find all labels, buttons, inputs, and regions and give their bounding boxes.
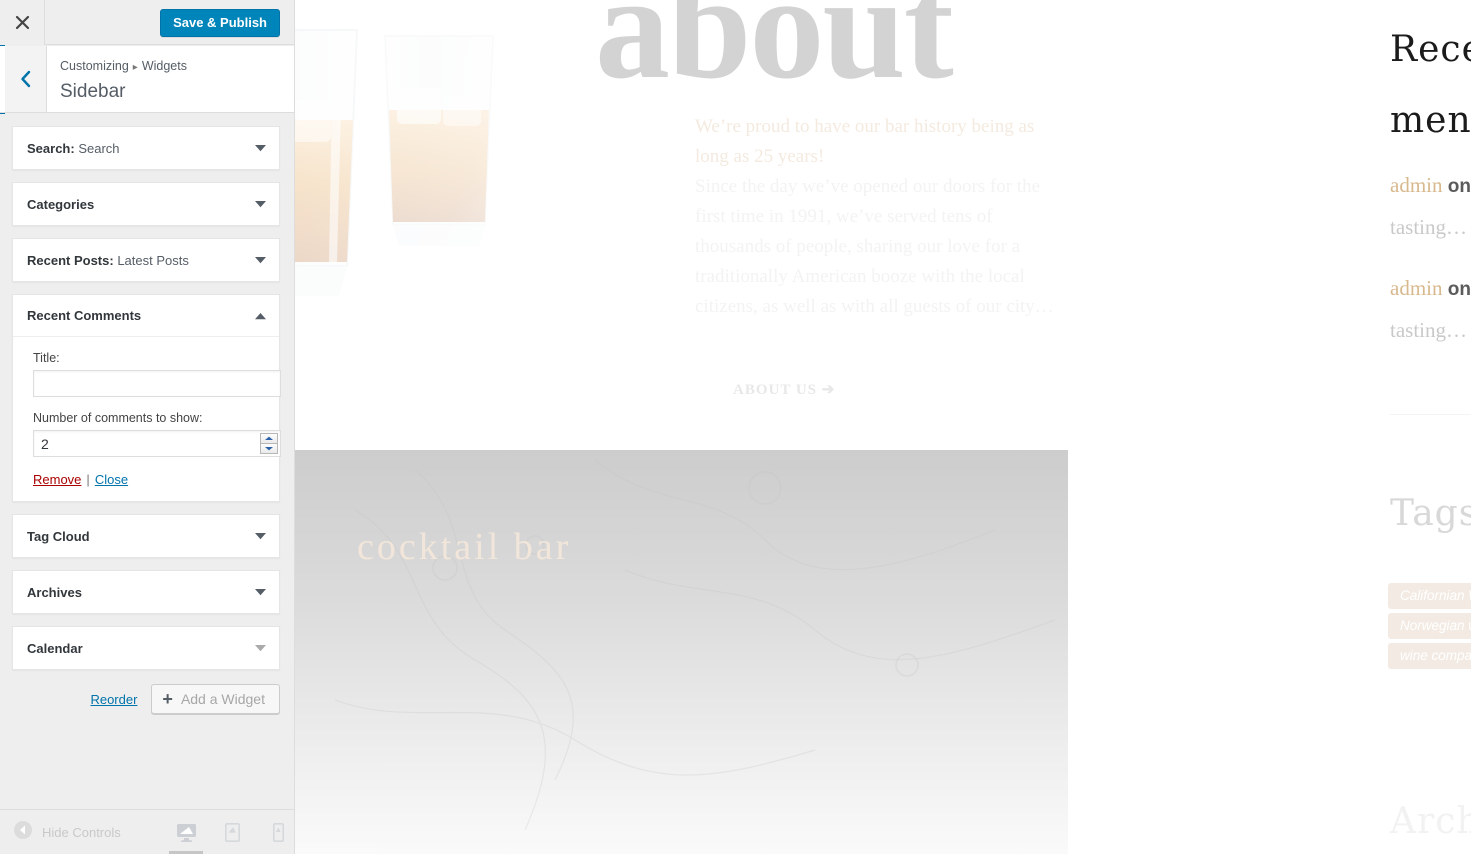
comments-count-input[interactable] (33, 430, 281, 457)
desktop-icon[interactable] (169, 810, 203, 854)
remove-widget-link[interactable]: Remove (33, 472, 81, 487)
mobile-icon[interactable] (267, 810, 289, 854)
chevron-down-icon[interactable] (252, 252, 268, 268)
tags-heading: Tags (1390, 493, 1471, 534)
menu-section: cocktail bar menu (295, 450, 1068, 854)
recent-comments-heading: Recent Com-ments (1390, 29, 1471, 142)
save-and-publish-button[interactable]: Save & Publish (160, 9, 280, 37)
comment-item: admin on Upcoming: Welsh wine tasting… (1390, 268, 1471, 350)
widget-type-label: Categories (27, 196, 95, 212)
chevron-down-icon[interactable] (252, 640, 268, 656)
customizer-topbar: Save & Publish (0, 0, 294, 45)
widget-instance-label: Latest Posts (117, 252, 189, 268)
breadcrumb-section[interactable]: Widgets (142, 59, 187, 73)
widget-header-search[interactable]: Search: Search (13, 127, 279, 169)
reorder-link[interactable]: Reorder (90, 692, 137, 707)
comment-connector: on (1447, 176, 1471, 197)
widget-header-calendar[interactable]: Calendar (13, 627, 279, 669)
menu-background-texture (295, 450, 1068, 854)
page-title: Sidebar (60, 81, 126, 102)
close-widget-link[interactable]: Close (95, 472, 128, 487)
hide-controls-button[interactable]: Hide Controls (13, 810, 121, 854)
back-chevron-icon[interactable] (5, 46, 47, 112)
spinner-down-icon[interactable] (260, 443, 278, 454)
spinner-up-icon[interactable] (260, 433, 278, 443)
sidebar-divider (1390, 414, 1471, 415)
tag-link[interactable]: wine company (1388, 643, 1471, 669)
breadcrumb: Customizing ▸ Widgets Sidebar (60, 58, 187, 105)
title-field-label: Title: (33, 351, 60, 365)
comment-author[interactable]: admin (1390, 276, 1443, 300)
about-body-text: Since the day we’ve opened our doors for… (695, 176, 1054, 317)
about-heading: about (595, 0, 954, 110)
widget-list-actions: Reorder + Add a Widget (12, 684, 280, 714)
breadcrumb-separator-icon: ▸ (132, 62, 138, 73)
widget-header-categories[interactable]: Categories (13, 183, 279, 225)
hide-controls-label: Hide Controls (42, 825, 121, 840)
comment-item: admin on Upcoming: Welsh wine tasting… (1390, 165, 1471, 247)
chevron-down-icon[interactable] (252, 528, 268, 544)
tablet-icon[interactable] (221, 810, 243, 854)
tag-link[interactable]: Norwegian wine (1388, 613, 1471, 639)
number-stepper[interactable] (260, 433, 278, 454)
chevron-down-icon[interactable] (252, 140, 268, 156)
add-widget-label: Add a Widget (180, 691, 265, 707)
widget-type-label: Tag Cloud (27, 528, 90, 544)
collapse-arrow-icon (13, 820, 33, 845)
chevron-up-icon[interactable] (252, 308, 268, 324)
widget-list: Search: Search Categories Recent Posts: … (0, 114, 294, 814)
widget-header-recent-posts[interactable]: Recent Posts: Latest Posts (13, 239, 279, 281)
about-lead-text: We’re proud to have our bar history bein… (695, 116, 1035, 167)
plus-icon: + (162, 689, 173, 709)
comment-connector: on (1447, 279, 1471, 300)
site-sidebar: Recent Com-ments admin on Upcoming: Wels… (1068, 0, 1471, 854)
widget-recent-comments: Recent Comments Title: Number of comment… (12, 294, 281, 502)
action-separator: | (86, 472, 90, 487)
about-copy: We’re proud to have our bar history bein… (695, 112, 1055, 322)
widget-type-label: Search (27, 140, 71, 156)
comment-author[interactable]: admin (1390, 173, 1443, 197)
recent-comments-widget-form: Title: Number of comments to show: 2 Rem… (13, 337, 281, 501)
widget-calendar: Calendar (12, 626, 280, 670)
tag-link[interactable]: Californian Wines (1388, 583, 1471, 609)
widget-header-tag-cloud[interactable]: Tag Cloud (13, 515, 279, 557)
chevron-down-icon[interactable] (252, 584, 268, 600)
widget-recent-posts: Recent Posts: Latest Posts (12, 238, 280, 282)
widget-archives: Archives (12, 570, 280, 614)
about-us-link[interactable]: ABOUT US ➔ (733, 380, 835, 399)
device-preview-switcher (169, 810, 289, 854)
site-preview: about We’re proud to have our bar histor… (295, 0, 1471, 854)
widget-type-label: Archives (27, 584, 82, 600)
customizer-panel: Save & Publish Customizing ▸ Widgets Sideb… (0, 0, 295, 854)
title-input[interactable] (33, 370, 281, 397)
widget-type-label: Recent Posts (27, 252, 110, 268)
chevron-down-icon[interactable] (252, 196, 268, 212)
widget-form-actions: Remove | Close (33, 472, 265, 487)
widget-header-archives[interactable]: Archives (13, 571, 279, 613)
tag-cloud: Californian Wines German Wines Norwegian… (1388, 583, 1471, 669)
breadcrumb-root[interactable]: Customizing (60, 59, 129, 73)
widget-instance-label: Search (78, 140, 120, 156)
add-a-widget-button[interactable]: + Add a Widget (151, 684, 280, 714)
widget-type-label: Calendar (27, 640, 83, 656)
customizer-footer: Hide Controls (0, 809, 294, 854)
widget-tag-cloud: Tag Cloud (12, 514, 280, 558)
customizer-screen: Save & Publish Customizing ▸ Widgets Sideb… (0, 0, 1471, 854)
comments-count-label: Number of comments to show: (33, 411, 203, 425)
widget-categories: Categories (12, 182, 280, 226)
close-icon[interactable] (0, 0, 45, 45)
widget-header-recent-comments[interactable]: Recent Comments (13, 295, 279, 337)
widget-type-label: Recent Comments (27, 308, 142, 323)
archives-heading: Archives (1390, 801, 1471, 842)
recent-comments-list: admin on Upcoming: Welsh wine tasting… a… (1390, 165, 1471, 371)
menu-subtitle: cocktail bar (357, 526, 572, 568)
about-section: about We’re proud to have our bar histor… (295, 0, 1068, 450)
customizer-section-header: Customizing ▸ Widgets Sidebar (0, 46, 294, 113)
widget-search: Search: Search (12, 126, 280, 170)
